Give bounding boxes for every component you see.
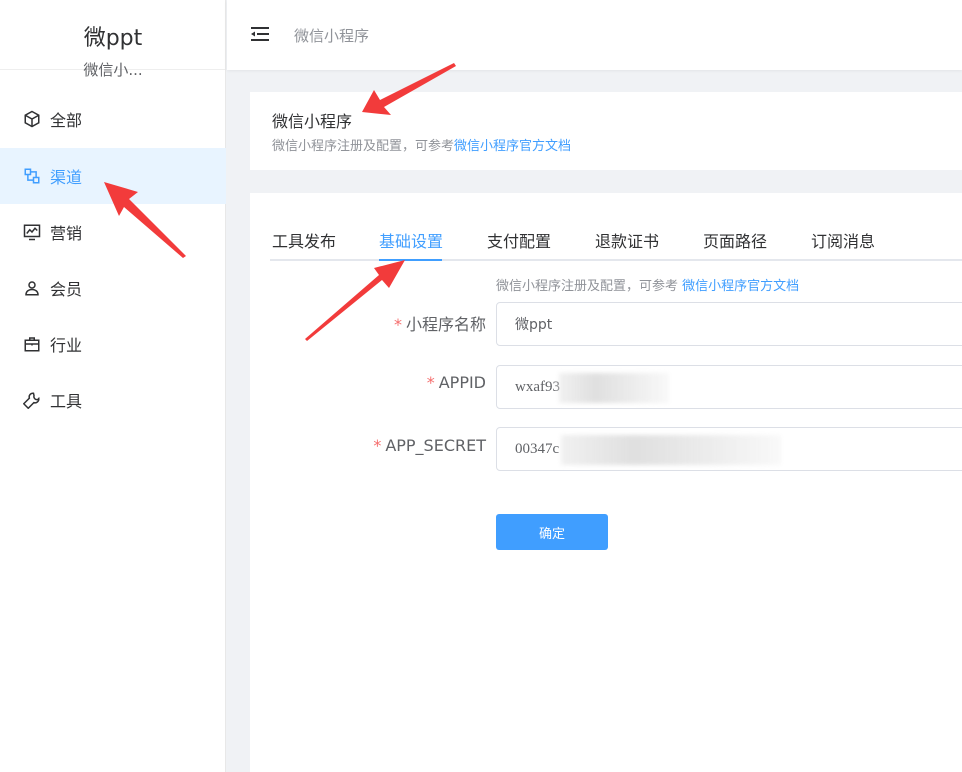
label-text: APPID xyxy=(438,373,486,392)
redaction-blur xyxy=(561,435,781,465)
sidebar-item-label: 全部 xyxy=(50,111,83,130)
intro-description: 微信小程序注册及配置，可参考微信小程序官方文档 xyxy=(272,135,571,154)
field-label-name: * 小程序名称 xyxy=(266,311,486,335)
tab-refund-cert[interactable]: 退款证书 xyxy=(595,228,659,261)
wrench-icon xyxy=(22,390,42,410)
active-tab-indicator xyxy=(379,259,442,261)
sidebar-item-tools[interactable]: 工具 xyxy=(0,372,226,428)
menu-fold-icon[interactable] xyxy=(251,25,269,43)
sidebar-item-label: 渠道 xyxy=(50,168,83,187)
monitor-chart-icon xyxy=(22,222,42,242)
settings-card: 工具发布 基础设置 支付配置 退款证书 页面路径 订阅消息 微信小程序注册及配置… xyxy=(250,193,962,772)
appid-input[interactable]: wxaf93 xyxy=(496,365,962,409)
sidebar-item-label: 营销 xyxy=(50,224,83,243)
required-mark: * xyxy=(393,315,402,334)
tab-publish[interactable]: 工具发布 xyxy=(272,228,336,261)
tab-payment[interactable]: 支付配置 xyxy=(487,228,551,261)
sidebar-item-channel[interactable]: 渠道 xyxy=(0,148,226,204)
confirm-button[interactable]: 确定 xyxy=(496,514,608,550)
brand-title: 微ppt xyxy=(83,26,143,51)
sidebar-item-member[interactable]: 会员 xyxy=(0,260,226,316)
field-label-appid: * APPID xyxy=(266,373,486,392)
form-hint: 微信小程序注册及配置，可参考 微信小程序官方文档 xyxy=(496,275,799,294)
page-title: 微信小程序 xyxy=(272,112,353,131)
breadcrumb: 微信小程序 xyxy=(294,27,370,45)
input-value: wxaf93 xyxy=(515,378,560,395)
form-hint-text: 微信小程序注册及配置，可参考 xyxy=(496,279,679,294)
label-text: APP_SECRET xyxy=(385,436,486,455)
sidebar-item-label: 行业 xyxy=(50,336,83,355)
brand-subtitle: 微信小... xyxy=(83,61,143,79)
brand: 微ppt 微信小... xyxy=(0,0,225,79)
channel-icon xyxy=(22,166,42,186)
redaction-blur xyxy=(559,373,669,403)
docs-link[interactable]: 微信小程序官方文档 xyxy=(454,139,571,154)
sidebar-item-industry[interactable]: 行业 xyxy=(0,316,226,372)
tab-bar: 工具发布 基础设置 支付配置 退款证书 页面路径 订阅消息 xyxy=(270,215,962,261)
required-mark: * xyxy=(426,373,435,392)
field-label-secret: * APP_SECRET xyxy=(266,436,486,455)
sidebar-item-label: 会员 xyxy=(50,280,83,299)
app-secret-input[interactable]: 00347c xyxy=(496,427,962,471)
top-header: 微信小程序 xyxy=(227,0,962,70)
sidebar-item-label: 工具 xyxy=(50,392,83,411)
sidebar: 微ppt 微信小... 全部 渠道 营销 会员 行业 工具 xyxy=(0,0,226,772)
form-docs-link[interactable]: 微信小程序官方文档 xyxy=(682,279,799,294)
label-text: 小程序名称 xyxy=(405,315,486,334)
cube-icon xyxy=(22,109,42,129)
input-value: 00347c xyxy=(515,440,560,457)
miniprogram-name-input[interactable]: 微ppt xyxy=(496,302,962,346)
intro-desc-text: 微信小程序注册及配置，可参考 xyxy=(272,139,455,154)
input-value: 微ppt xyxy=(515,317,553,333)
tab-page-path[interactable]: 页面路径 xyxy=(703,228,767,261)
tab-basic-settings[interactable]: 基础设置 xyxy=(379,228,443,261)
tab-subscription[interactable]: 订阅消息 xyxy=(811,228,875,261)
required-mark: * xyxy=(373,436,382,455)
sidebar-item-all[interactable]: 全部 xyxy=(0,91,226,147)
briefcase-icon xyxy=(22,334,42,354)
user-icon xyxy=(22,278,42,298)
sidebar-item-marketing[interactable]: 营销 xyxy=(0,204,226,260)
intro-card: 微信小程序 微信小程序注册及配置，可参考微信小程序官方文档 xyxy=(250,92,962,170)
